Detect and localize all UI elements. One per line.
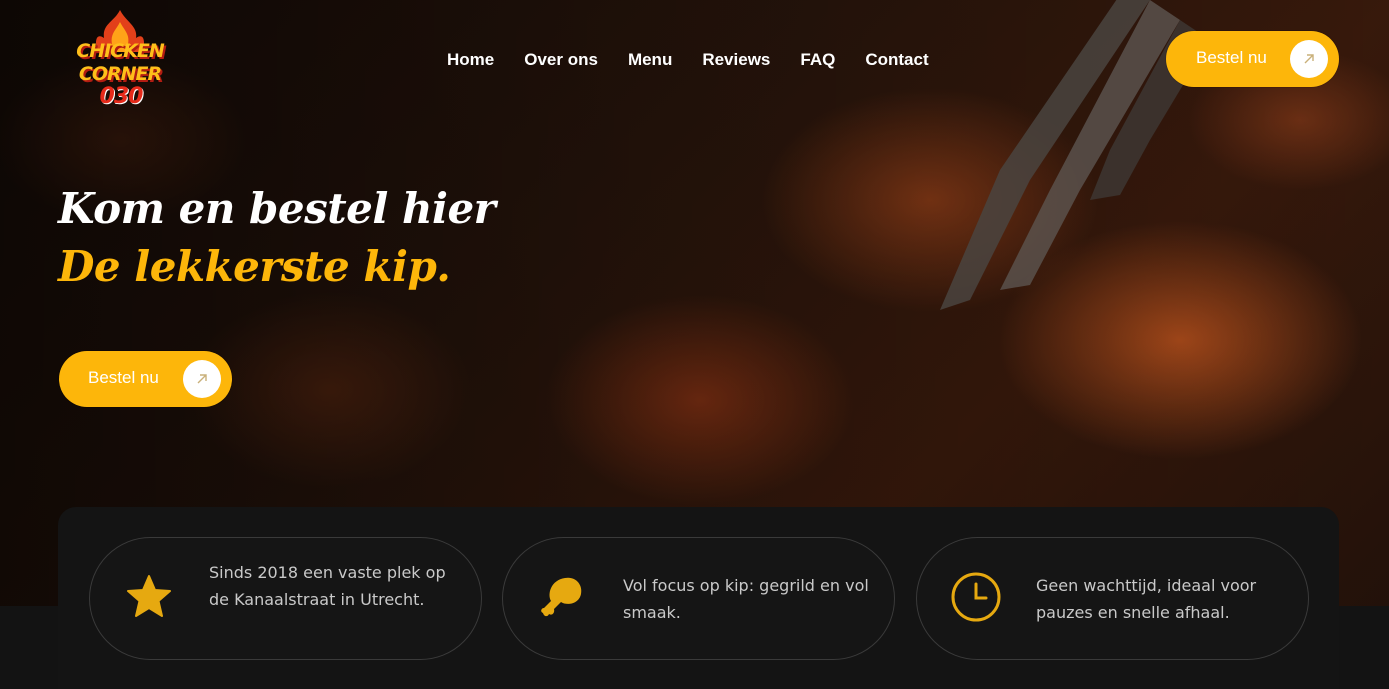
- feature-card: Sinds 2018 een vaste plek op de Kanaalst…: [89, 537, 482, 660]
- feature-text: Vol focus op kip: gegrild en vol smaak.: [623, 576, 869, 622]
- nav-item-faq[interactable]: FAQ: [800, 48, 835, 72]
- feature-card: Vol focus op kip: gegrild en vol smaak.: [502, 537, 895, 660]
- logo-text-line2: CORNER: [78, 63, 162, 85]
- clock-icon: [951, 572, 1001, 622]
- nav-item-contact[interactable]: Contact: [865, 48, 928, 72]
- main-nav: Home Over ons Menu Reviews FAQ Contact: [447, 48, 959, 72]
- arrow-up-right-icon: [1290, 40, 1328, 78]
- header-order-button[interactable]: Bestel nu: [1166, 31, 1339, 87]
- nav-item-over-ons[interactable]: Over ons: [524, 48, 598, 72]
- hero-order-button-label: Bestel nu: [88, 368, 159, 387]
- feature-text: Geen wachttijd, ideaal voor pauzes en sn…: [1036, 576, 1257, 622]
- header-order-button-label: Bestel nu: [1196, 48, 1267, 67]
- hero-headline-line2: De lekkerste kip.: [58, 242, 451, 291]
- nav-item-menu[interactable]: Menu: [628, 48, 672, 72]
- feature-text: Sinds 2018 een vaste plek op de Kanaalst…: [209, 563, 446, 609]
- nav-item-reviews[interactable]: Reviews: [702, 48, 770, 72]
- chicken-corner-logo[interactable]: CHICKEN CORNER 030: [72, 8, 168, 114]
- hero-headline-line1: Kom en bestel hier: [58, 184, 496, 233]
- arrow-up-right-icon: [183, 360, 221, 398]
- hero-headline: Kom en bestel hier De lekkerste kip.: [58, 180, 496, 296]
- features-bar: Sinds 2018 een vaste plek op de Kanaalst…: [58, 507, 1339, 689]
- nav-item-home[interactable]: Home: [447, 48, 494, 72]
- logo-text-line1: CHICKEN: [76, 40, 164, 62]
- hero-order-button[interactable]: Bestel nu: [59, 351, 232, 407]
- feature-card: Geen wachttijd, ideaal voor pauzes en sn…: [916, 537, 1309, 660]
- logo-text-line3: 030: [99, 84, 144, 109]
- star-icon: [127, 575, 171, 617]
- chicken-leg-icon: [541, 577, 582, 617]
